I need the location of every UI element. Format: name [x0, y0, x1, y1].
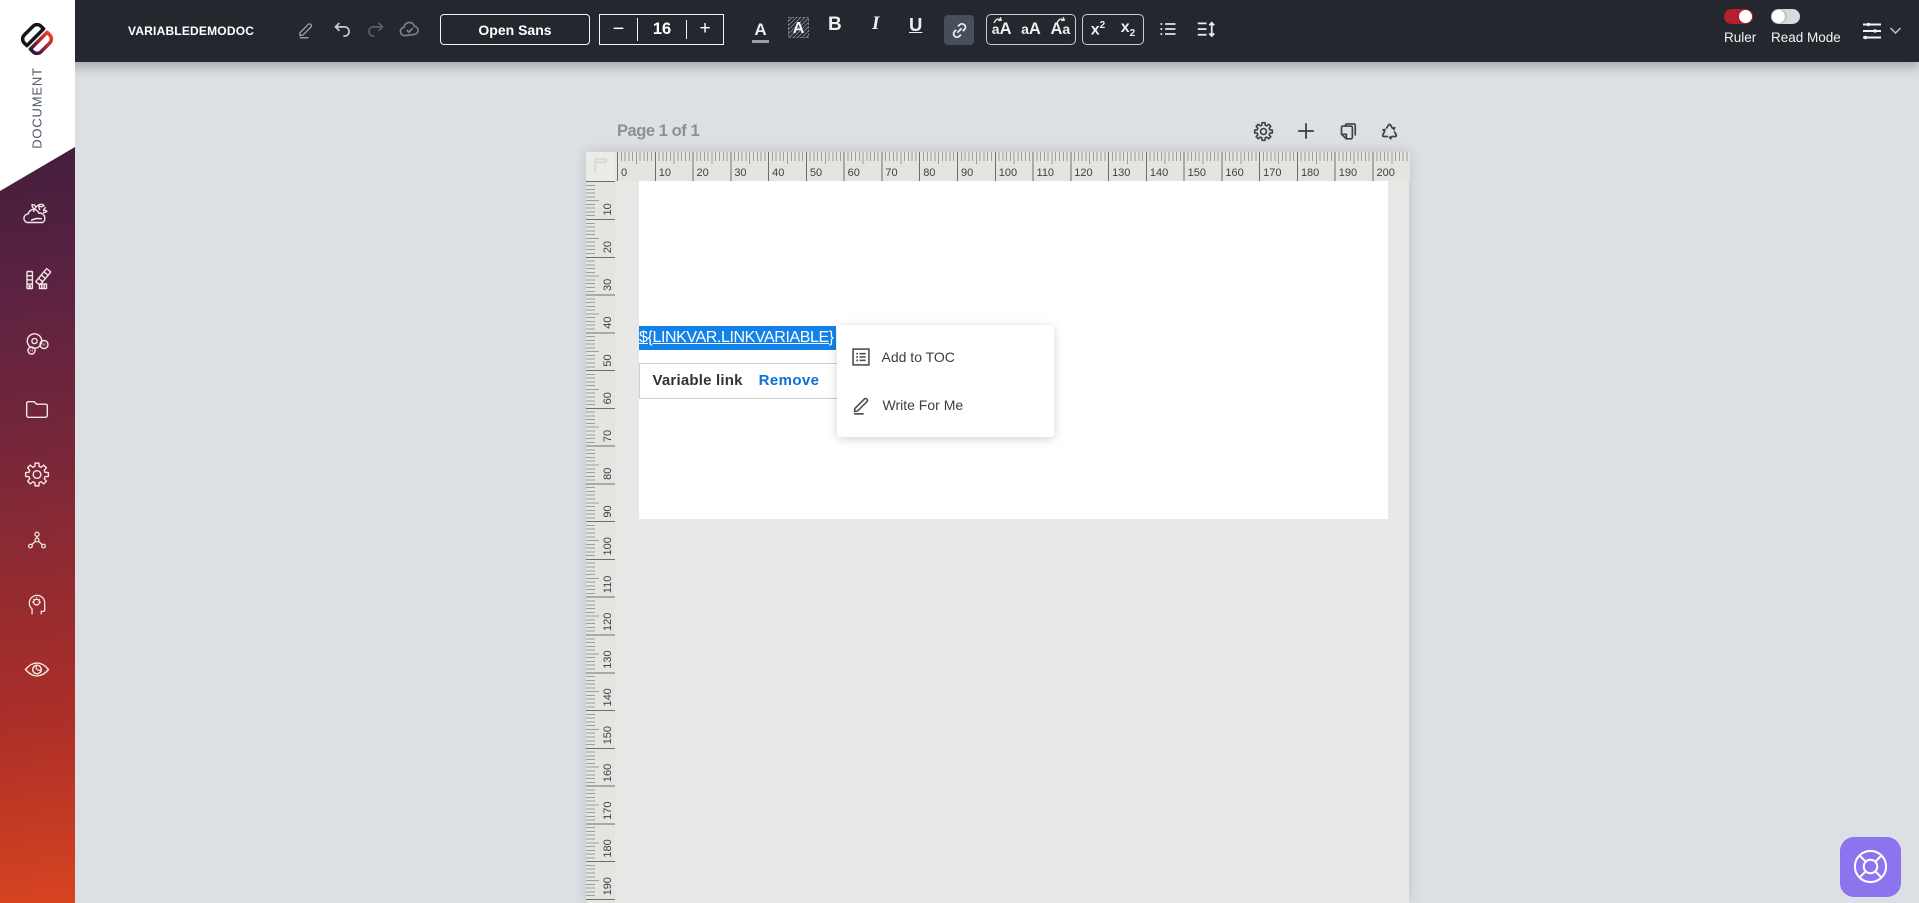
svg-text:150: 150 [602, 725, 614, 743]
svg-text:130: 130 [602, 650, 614, 668]
svg-text:180: 180 [1300, 167, 1318, 179]
svg-text:200: 200 [1376, 167, 1394, 179]
svg-text:110: 110 [1036, 167, 1054, 179]
svg-text:110: 110 [602, 575, 614, 593]
svg-text:A: A [793, 20, 805, 37]
svg-text:120: 120 [602, 612, 614, 630]
svg-text:H: H [30, 348, 33, 353]
svg-text:140: 140 [602, 688, 614, 706]
svg-text:80: 80 [602, 467, 614, 479]
svg-text:150: 150 [1187, 167, 1205, 179]
svg-text:0: 0 [621, 167, 627, 179]
svg-text:40: 40 [772, 167, 784, 179]
svg-text:90: 90 [602, 505, 614, 517]
svg-text:170: 170 [602, 801, 614, 819]
svg-text:50: 50 [809, 167, 821, 179]
svg-text:50: 50 [602, 354, 614, 366]
svg-text:70: 70 [885, 167, 897, 179]
svg-text:100: 100 [602, 537, 614, 555]
svg-text:10: 10 [602, 203, 614, 215]
svg-text:30: 30 [602, 278, 614, 290]
svg-text:190: 190 [1338, 167, 1356, 179]
svg-text:70: 70 [602, 429, 614, 441]
svg-text:140: 140 [1149, 167, 1167, 179]
svg-text:80: 80 [923, 167, 935, 179]
svg-text:10: 10 [658, 167, 670, 179]
svg-text:H: H [42, 342, 45, 347]
svg-text:60: 60 [847, 167, 859, 179]
svg-text:30: 30 [734, 167, 746, 179]
svg-text:40: 40 [602, 316, 614, 328]
svg-text:20: 20 [696, 167, 708, 179]
svg-text:100: 100 [998, 167, 1016, 179]
svg-text:160: 160 [1225, 167, 1243, 179]
svg-text:170: 170 [1263, 167, 1281, 179]
svg-text:90: 90 [960, 167, 972, 179]
svg-text:190: 190 [602, 877, 614, 895]
svg-text:120: 120 [1074, 167, 1092, 179]
svg-text:180: 180 [602, 839, 614, 857]
svg-text:130: 130 [1112, 167, 1130, 179]
svg-text:160: 160 [602, 763, 614, 781]
svg-text:20: 20 [602, 241, 614, 253]
svg-text:60: 60 [602, 392, 614, 404]
